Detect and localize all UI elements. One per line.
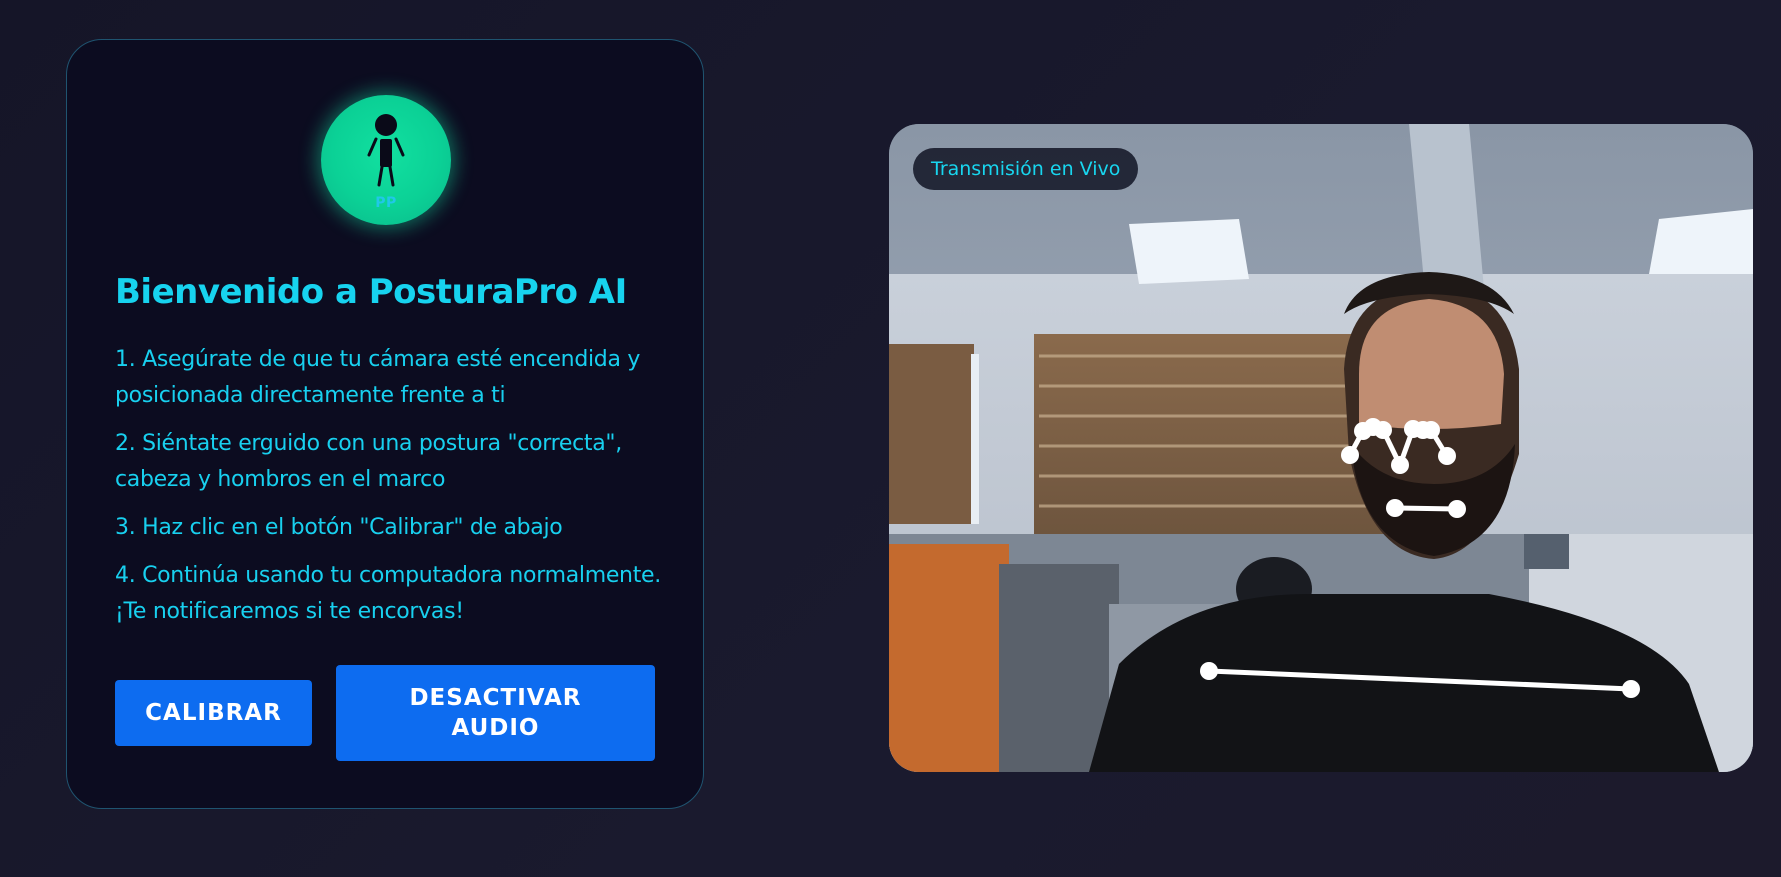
- instruction-step: 2. Siéntate erguido con una postura "cor…: [115, 431, 622, 492]
- live-stream-badge: Transmisión en Vivo: [913, 148, 1139, 190]
- instruction-step: 3. Haz clic en el botón "Calibrar" de ab…: [115, 515, 563, 540]
- pose-keypoint: [1448, 500, 1466, 518]
- app-logo: PP: [321, 95, 451, 225]
- pose-keypoint: [1341, 446, 1359, 464]
- instruction-step: 1. Asegúrate de que tu cámara esté encen…: [115, 347, 641, 408]
- pose-keypoint: [1391, 456, 1409, 474]
- pose-keypoint: [1386, 499, 1404, 517]
- pose-keypoint: [1622, 680, 1640, 698]
- instruction-list: 1. Asegúrate de que tu cámara esté encen…: [115, 342, 675, 642]
- pose-keypoint: [1200, 662, 1218, 680]
- page-title: Bienvenido a PosturaPro AI: [115, 272, 627, 312]
- pose-keypoint: [1422, 421, 1440, 439]
- instruction-step: 4. Continúa usando tu computadora normal…: [115, 563, 661, 624]
- pose-keypoint: [1438, 447, 1456, 465]
- live-video-feed: Transmisión en Vivo: [889, 124, 1753, 772]
- calibrate-button[interactable]: CALIBRAR: [115, 680, 312, 746]
- pose-keypoint: [1374, 421, 1392, 439]
- toggle-audio-button[interactable]: DESACTIVAR AUDIO: [336, 665, 655, 761]
- pose-skeleton-overlay: [1200, 418, 1640, 698]
- welcome-card: PP Bienvenido a PosturaPro AI 1. Asegúra…: [66, 39, 704, 809]
- logo-initials: PP: [375, 195, 397, 211]
